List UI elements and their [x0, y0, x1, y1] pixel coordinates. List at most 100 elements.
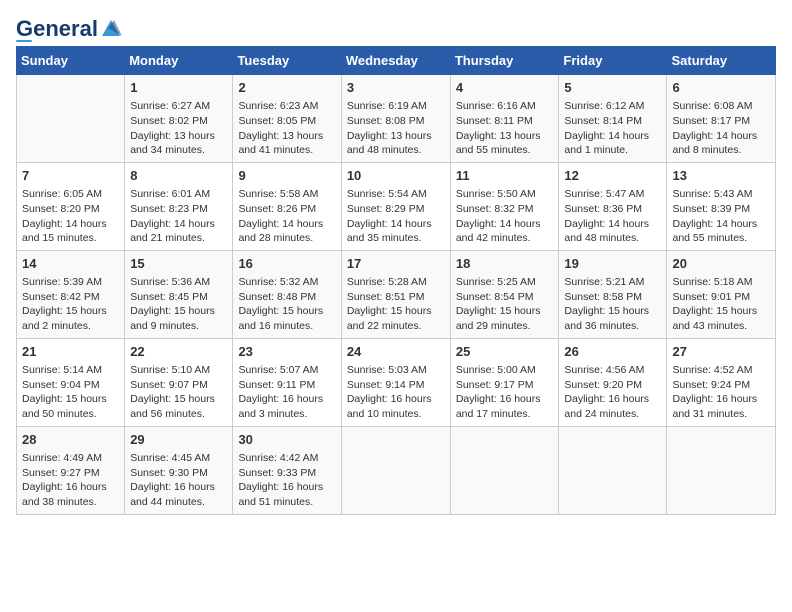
- calendar-cell: 13 Sunrise: 5:43 AMSunset: 8:39 PMDayligh…: [667, 162, 776, 250]
- calendar: SundayMondayTuesdayWednesdayThursdayFrid…: [16, 46, 776, 515]
- day-number: 12: [564, 167, 661, 185]
- calendar-cell: 5 Sunrise: 6:12 AMSunset: 8:14 PMDaylight…: [559, 75, 667, 163]
- logo: General: [16, 16, 122, 42]
- calendar-cell: 9 Sunrise: 5:58 AMSunset: 8:26 PMDaylight…: [233, 162, 341, 250]
- day-number: 6: [672, 79, 770, 97]
- day-info: Sunrise: 4:45 AMSunset: 9:30 PMDaylight:…: [130, 451, 227, 510]
- day-info: Sunrise: 5:47 AMSunset: 8:36 PMDaylight:…: [564, 187, 661, 246]
- day-number: 18: [456, 255, 554, 273]
- day-info: Sunrise: 5:03 AMSunset: 9:14 PMDaylight:…: [347, 363, 445, 422]
- weekday-header: Sunday: [17, 47, 125, 75]
- day-info: Sunrise: 4:42 AMSunset: 9:33 PMDaylight:…: [238, 451, 335, 510]
- logo-icon: [100, 18, 122, 40]
- day-number: 9: [238, 167, 335, 185]
- day-info: Sunrise: 6:27 AMSunset: 8:02 PMDaylight:…: [130, 99, 227, 158]
- calendar-cell: 3 Sunrise: 6:19 AMSunset: 8:08 PMDaylight…: [341, 75, 450, 163]
- calendar-cell: 7Sunrise: 6:05 AMSunset: 8:20 PMDaylight…: [17, 162, 125, 250]
- day-number: 1: [130, 79, 227, 97]
- day-number: 30: [238, 431, 335, 449]
- weekday-header: Saturday: [667, 47, 776, 75]
- calendar-cell: [450, 426, 559, 514]
- day-number: 26: [564, 343, 661, 361]
- calendar-cell: 30 Sunrise: 4:42 AMSunset: 9:33 PMDayligh…: [233, 426, 341, 514]
- day-info: Sunrise: 5:14 AMSunset: 9:04 PMDaylight:…: [22, 363, 119, 422]
- day-info: Sunrise: 5:58 AMSunset: 8:26 PMDaylight:…: [238, 187, 335, 246]
- day-number: 8: [130, 167, 227, 185]
- calendar-cell: 27 Sunrise: 4:52 AMSunset: 9:24 PMDayligh…: [667, 338, 776, 426]
- calendar-cell: 11 Sunrise: 5:50 AMSunset: 8:32 PMDayligh…: [450, 162, 559, 250]
- weekday-header: Friday: [559, 47, 667, 75]
- day-number: 2: [238, 79, 335, 97]
- calendar-week-row: 14 Sunrise: 5:39 AMSunset: 8:42 PMDayligh…: [17, 250, 776, 338]
- day-info: Sunrise: 5:28 AMSunset: 8:51 PMDaylight:…: [347, 275, 445, 334]
- day-number: 14: [22, 255, 119, 273]
- calendar-cell: [17, 75, 125, 163]
- calendar-cell: 4 Sunrise: 6:16 AMSunset: 8:11 PMDaylight…: [450, 75, 559, 163]
- day-number: 7: [22, 167, 119, 185]
- day-number: 29: [130, 431, 227, 449]
- day-info: Sunrise: 5:10 AMSunset: 9:07 PMDaylight:…: [130, 363, 227, 422]
- calendar-cell: 21 Sunrise: 5:14 AMSunset: 9:04 PMDayligh…: [17, 338, 125, 426]
- day-info: Sunrise: 5:39 AMSunset: 8:42 PMDaylight:…: [22, 275, 119, 334]
- calendar-cell: 18 Sunrise: 5:25 AMSunset: 8:54 PMDayligh…: [450, 250, 559, 338]
- calendar-cell: 10 Sunrise: 5:54 AMSunset: 8:29 PMDayligh…: [341, 162, 450, 250]
- day-number: 3: [347, 79, 445, 97]
- day-number: 22: [130, 343, 227, 361]
- calendar-cell: 12 Sunrise: 5:47 AMSunset: 8:36 PMDayligh…: [559, 162, 667, 250]
- day-number: 25: [456, 343, 554, 361]
- day-info: Sunrise: 5:32 AMSunset: 8:48 PMDaylight:…: [238, 275, 335, 334]
- day-number: 16: [238, 255, 335, 273]
- day-number: 27: [672, 343, 770, 361]
- calendar-week-row: 7Sunrise: 6:05 AMSunset: 8:20 PMDaylight…: [17, 162, 776, 250]
- header: General: [16, 16, 776, 42]
- weekday-header: Monday: [125, 47, 233, 75]
- day-info: Sunrise: 5:00 AMSunset: 9:17 PMDaylight:…: [456, 363, 554, 422]
- calendar-cell: 1 Sunrise: 6:27 AMSunset: 8:02 PMDaylight…: [125, 75, 233, 163]
- day-info: Sunrise: 5:43 AMSunset: 8:39 PMDaylight:…: [672, 187, 770, 246]
- day-info: Sunrise: 5:07 AMSunset: 9:11 PMDaylight:…: [238, 363, 335, 422]
- day-number: 4: [456, 79, 554, 97]
- day-number: 23: [238, 343, 335, 361]
- calendar-cell: 23 Sunrise: 5:07 AMSunset: 9:11 PMDayligh…: [233, 338, 341, 426]
- calendar-header-row: SundayMondayTuesdayWednesdayThursdayFrid…: [17, 47, 776, 75]
- day-info: Sunrise: 5:54 AMSunset: 8:29 PMDaylight:…: [347, 187, 445, 246]
- day-info: Sunrise: 5:25 AMSunset: 8:54 PMDaylight:…: [456, 275, 554, 334]
- day-info: Sunrise: 6:19 AMSunset: 8:08 PMDaylight:…: [347, 99, 445, 158]
- calendar-cell: 17 Sunrise: 5:28 AMSunset: 8:51 PMDayligh…: [341, 250, 450, 338]
- calendar-cell: [667, 426, 776, 514]
- day-number: 5: [564, 79, 661, 97]
- day-number: 24: [347, 343, 445, 361]
- day-info: Sunrise: 6:08 AMSunset: 8:17 PMDaylight:…: [672, 99, 770, 158]
- day-info: Sunrise: 4:56 AMSunset: 9:20 PMDaylight:…: [564, 363, 661, 422]
- day-number: 10: [347, 167, 445, 185]
- calendar-cell: 14 Sunrise: 5:39 AMSunset: 8:42 PMDayligh…: [17, 250, 125, 338]
- calendar-cell: 24 Sunrise: 5:03 AMSunset: 9:14 PMDayligh…: [341, 338, 450, 426]
- calendar-week-row: 28 Sunrise: 4:49 AMSunset: 9:27 PMDayligh…: [17, 426, 776, 514]
- day-number: 13: [672, 167, 770, 185]
- day-number: 11: [456, 167, 554, 185]
- calendar-cell: 26 Sunrise: 4:56 AMSunset: 9:20 PMDayligh…: [559, 338, 667, 426]
- calendar-cell: 15Sunrise: 5:36 AMSunset: 8:45 PMDayligh…: [125, 250, 233, 338]
- day-info: Sunrise: 5:50 AMSunset: 8:32 PMDaylight:…: [456, 187, 554, 246]
- logo-blue-label: [16, 40, 32, 42]
- day-number: 17: [347, 255, 445, 273]
- day-info: Sunrise: 4:52 AMSunset: 9:24 PMDaylight:…: [672, 363, 770, 422]
- day-number: 19: [564, 255, 661, 273]
- calendar-cell: 29 Sunrise: 4:45 AMSunset: 9:30 PMDayligh…: [125, 426, 233, 514]
- day-info: Sunrise: 5:36 AMSunset: 8:45 PMDaylight:…: [130, 275, 227, 334]
- day-number: 21: [22, 343, 119, 361]
- day-info: Sunrise: 6:12 AMSunset: 8:14 PMDaylight:…: [564, 99, 661, 158]
- day-info: Sunrise: 6:16 AMSunset: 8:11 PMDaylight:…: [456, 99, 554, 158]
- calendar-cell: 20Sunrise: 5:18 AMSunset: 9:01 PMDayligh…: [667, 250, 776, 338]
- day-number: 28: [22, 431, 119, 449]
- calendar-cell: 28 Sunrise: 4:49 AMSunset: 9:27 PMDayligh…: [17, 426, 125, 514]
- day-number: 20: [672, 255, 770, 273]
- calendar-cell: 19Sunrise: 5:21 AMSunset: 8:58 PMDayligh…: [559, 250, 667, 338]
- calendar-cell: 16 Sunrise: 5:32 AMSunset: 8:48 PMDayligh…: [233, 250, 341, 338]
- calendar-cell: 2 Sunrise: 6:23 AMSunset: 8:05 PMDaylight…: [233, 75, 341, 163]
- day-info: Sunrise: 6:23 AMSunset: 8:05 PMDaylight:…: [238, 99, 335, 158]
- calendar-week-row: 21 Sunrise: 5:14 AMSunset: 9:04 PMDayligh…: [17, 338, 776, 426]
- day-info: Sunrise: 4:49 AMSunset: 9:27 PMDaylight:…: [22, 451, 119, 510]
- calendar-cell: [559, 426, 667, 514]
- calendar-cell: [341, 426, 450, 514]
